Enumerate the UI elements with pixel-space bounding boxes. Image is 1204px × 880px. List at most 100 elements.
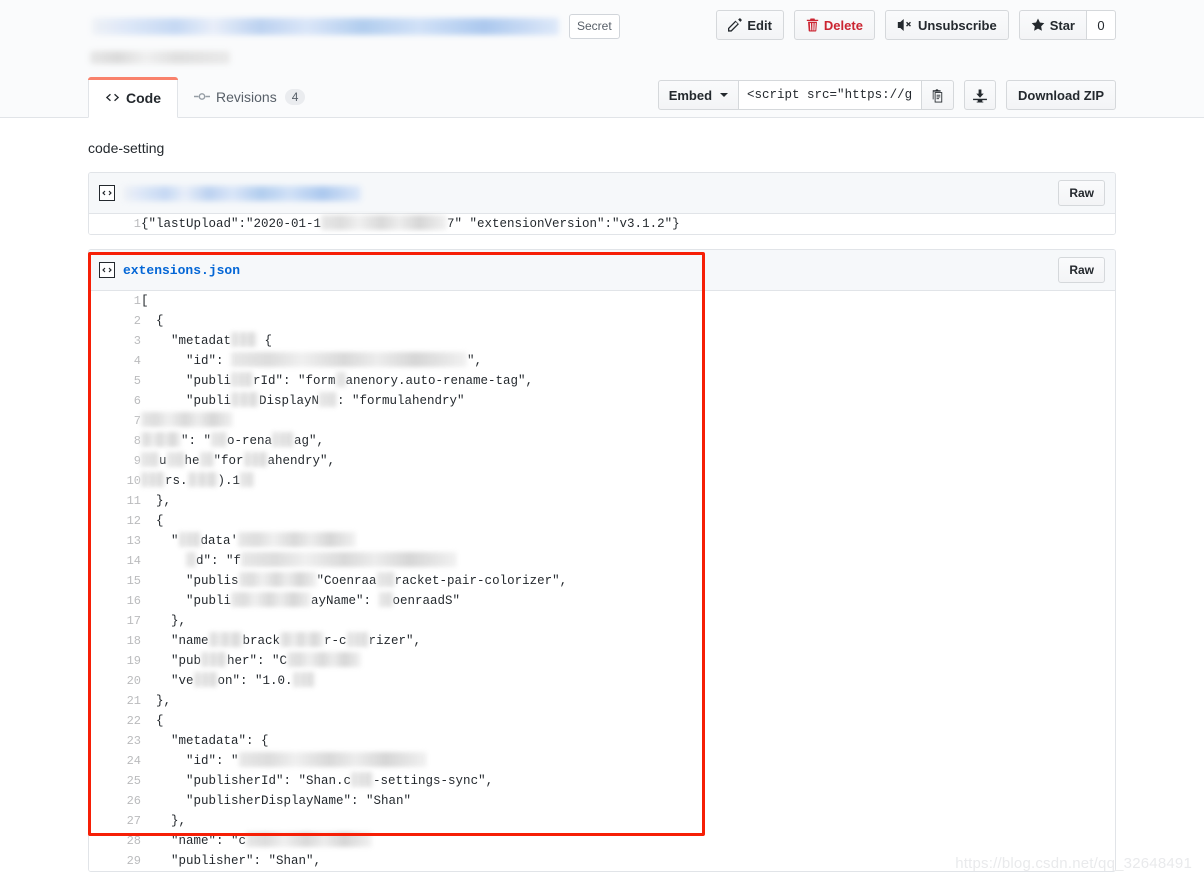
line-content[interactable]: { bbox=[141, 311, 1115, 331]
delete-button[interactable]: Delete bbox=[793, 10, 875, 40]
code-token: -settings-sync", bbox=[373, 774, 494, 788]
unsubscribe-button[interactable]: Unsubscribe bbox=[884, 10, 1009, 40]
pencil-icon bbox=[728, 18, 743, 32]
tab-revisions-label: Revisions bbox=[216, 88, 277, 105]
code-token: "metadata": { bbox=[141, 734, 269, 748]
line-content[interactable]: "id": " bbox=[141, 751, 1115, 771]
line-number: 16 bbox=[89, 591, 141, 611]
raw-button-1[interactable]: Raw bbox=[1058, 257, 1105, 283]
line-content[interactable]: "publi rId": "form anenory.auto-rename-tag… bbox=[141, 371, 1115, 391]
code-token: { bbox=[257, 334, 273, 348]
line-content[interactable]: "publi ayName": oenraadS" bbox=[141, 591, 1115, 611]
code-token: [ bbox=[141, 294, 149, 308]
redacted-text bbox=[378, 592, 393, 607]
code-token: brack bbox=[242, 634, 281, 648]
code-line: 11 }, bbox=[89, 491, 1115, 511]
code-line: 1[ bbox=[89, 291, 1115, 311]
code-body-0: 1 {"lastUpload":"2020-01-1 7" "extensionVe… bbox=[89, 214, 1115, 234]
redacted-text bbox=[211, 432, 228, 447]
code-token: DisplayN bbox=[259, 394, 320, 408]
code-line: 6 "publi DisplayN: "formulahendry" bbox=[89, 391, 1115, 411]
line-number: 15 bbox=[89, 571, 141, 591]
code-line: 19 "pub her": "C bbox=[89, 651, 1115, 671]
redacted-text bbox=[178, 532, 201, 547]
redacted-text bbox=[376, 572, 395, 587]
code-token: }, bbox=[141, 694, 172, 708]
code-token: ag", bbox=[294, 434, 325, 448]
line-number: 21 bbox=[89, 691, 141, 711]
line-content[interactable]: u he "for ahendry", bbox=[141, 451, 1115, 471]
line-number: 24 bbox=[89, 751, 141, 771]
redacted-text bbox=[246, 832, 373, 847]
code-line: 22 { bbox=[89, 711, 1115, 731]
redacted-text bbox=[187, 472, 218, 487]
code-token: data' bbox=[200, 534, 239, 548]
code-token: { bbox=[141, 714, 164, 728]
raw-button-0[interactable]: Raw bbox=[1058, 180, 1105, 206]
line-content[interactable]: "publisherId": "Shan.c -settings-sync", bbox=[141, 771, 1115, 791]
gist-actions: Edit Delete Unsubscribe Star 0 bbox=[716, 10, 1116, 40]
line-content[interactable]: { bbox=[141, 511, 1115, 531]
redacted-text bbox=[193, 672, 218, 687]
star-button[interactable]: Star bbox=[1018, 10, 1086, 40]
line-content[interactable]: "metadat { bbox=[141, 331, 1115, 351]
line-content[interactable]: }, bbox=[141, 811, 1115, 831]
tab-revisions[interactable]: Revisions 4 bbox=[178, 76, 321, 117]
line-content[interactable]: "name brack r-c rizer", bbox=[141, 631, 1115, 651]
line-content[interactable]: rs.).1 bbox=[141, 471, 1115, 491]
line-content[interactable]: " data' bbox=[141, 531, 1115, 551]
download-zip-button[interactable]: Download ZIP bbox=[1006, 80, 1116, 110]
line-content[interactable]: "publis "Coenraa racket-pair-colorizer", bbox=[141, 571, 1115, 591]
line-content[interactable]: "id": ", bbox=[141, 351, 1115, 371]
tab-code[interactable]: Code bbox=[88, 77, 178, 118]
code-token: "publisherId": "Shan.c bbox=[141, 774, 352, 788]
redacted-text bbox=[280, 632, 325, 647]
secret-badge: Secret bbox=[569, 14, 620, 39]
line-content[interactable]: [ bbox=[141, 291, 1115, 311]
code-line: 8 ": " o-rena ag", bbox=[89, 431, 1115, 451]
embed-url-input[interactable] bbox=[739, 80, 923, 110]
download-button[interactable] bbox=[964, 80, 997, 110]
code-line: 24 "id": " bbox=[89, 751, 1115, 771]
line-number: 18 bbox=[89, 631, 141, 651]
code-token: ": " bbox=[181, 434, 212, 448]
line-content[interactable]: }, bbox=[141, 611, 1115, 631]
line-number: 4 bbox=[89, 351, 141, 371]
line-number: 19 bbox=[89, 651, 141, 671]
copy-to-clipboard-button[interactable] bbox=[922, 80, 955, 110]
embed-dropdown-button[interactable]: Embed bbox=[657, 80, 740, 110]
watermark: https://blog.csdn.net/qq_32648491 bbox=[955, 855, 1192, 872]
redacted-text bbox=[351, 772, 374, 787]
line-content[interactable]: {"lastUpload":"2020-01-1 7" "extensionVer… bbox=[141, 214, 1115, 234]
gist-content: code-setting Raw 1 {"lastUpload":"2020-01… bbox=[0, 118, 1204, 872]
line-content[interactable]: }, bbox=[141, 491, 1115, 511]
line-content[interactable]: { bbox=[141, 711, 1115, 731]
file-block-0: Raw 1 {"lastUpload":"2020-01-1 7" "extensi… bbox=[88, 172, 1116, 235]
line-content[interactable]: "publi DisplayN: "formulahendry" bbox=[141, 391, 1115, 411]
line-content[interactable]: ": " o-rena ag", bbox=[141, 431, 1115, 451]
code-token: "id": " bbox=[141, 754, 239, 768]
line-number: 26 bbox=[89, 791, 141, 811]
code-line: 21 }, bbox=[89, 691, 1115, 711]
code-token: her": "C bbox=[227, 654, 288, 668]
code-token: }, bbox=[141, 494, 172, 508]
gist-tabbar: Code Revisions 4 Embed <script src="http… bbox=[0, 72, 1204, 118]
line-content[interactable] bbox=[141, 411, 1115, 431]
line-content[interactable]: }, bbox=[141, 691, 1115, 711]
code-token: }, bbox=[141, 814, 187, 828]
code-line: 2 { bbox=[89, 311, 1115, 331]
line-content[interactable]: "metadata": { bbox=[141, 731, 1115, 751]
line-content[interactable]: "name": "c bbox=[141, 831, 1115, 851]
download-zip-label: Download ZIP bbox=[1018, 87, 1104, 103]
line-content[interactable]: "ve on": "1.0. bbox=[141, 671, 1115, 691]
redacted-text bbox=[287, 652, 362, 667]
line-content[interactable]: "publisherDisplayName": "Shan" bbox=[141, 791, 1115, 811]
file-name-1[interactable]: extensions.json bbox=[123, 263, 240, 278]
file-code-icon bbox=[99, 262, 115, 278]
desktop-download-icon bbox=[972, 88, 988, 103]
code-token: he bbox=[184, 454, 200, 468]
line-content[interactable]: "pub her": "C bbox=[141, 651, 1115, 671]
edit-button[interactable]: Edit bbox=[716, 10, 784, 40]
redacted-text bbox=[201, 652, 228, 667]
line-content[interactable]: d": "f bbox=[141, 551, 1115, 571]
